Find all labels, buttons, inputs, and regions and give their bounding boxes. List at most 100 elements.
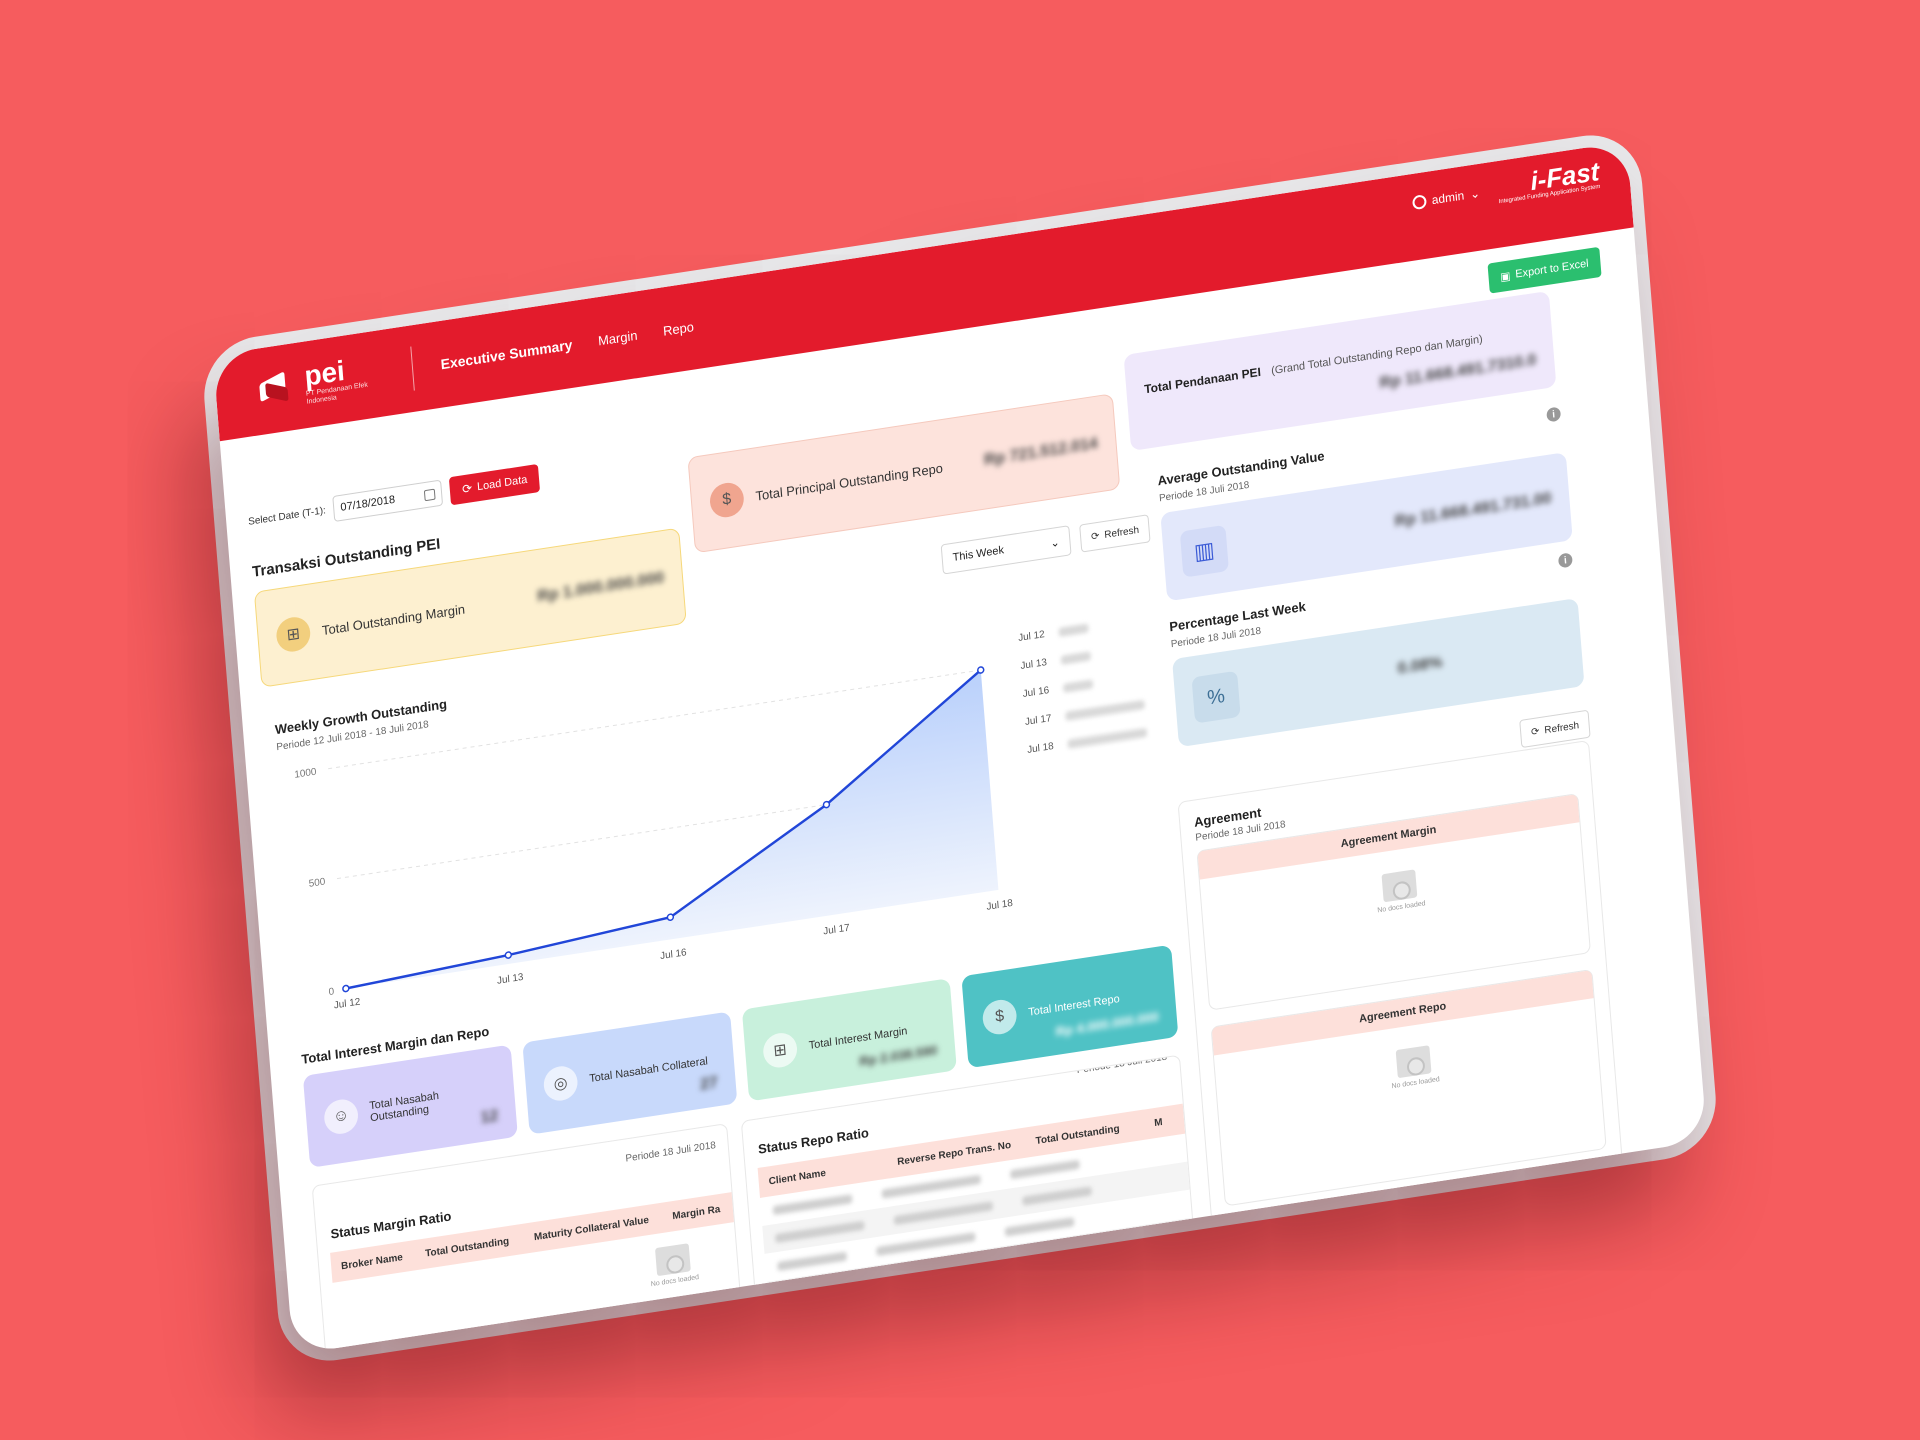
info-icon[interactable]: i [1557, 552, 1573, 569]
money-icon: $ [981, 997, 1018, 1037]
bar-chart-icon: ▥ [1179, 524, 1229, 578]
interest-repo-value: Rp 4.000.000.000 [1055, 1008, 1160, 1040]
total-nasabah-collateral-card: ◎ Total Nasabah Collateral 27 [522, 1011, 738, 1135]
empty-folder-icon [655, 1243, 692, 1277]
info-icon[interactable]: i [1546, 406, 1562, 423]
ifast-brand: i-Fast Integrated Funding Application Sy… [1496, 156, 1601, 206]
export-excel-button[interactable]: ▣ Export to Excel [1487, 246, 1602, 294]
data-point [666, 913, 675, 922]
x-tick-label: Jul 13 [497, 972, 525, 987]
date-value: 07/18/2018 [340, 493, 396, 514]
empty-text: No docs loaded [1377, 900, 1426, 915]
nav-divider [410, 346, 415, 391]
coins-icon: ◎ [542, 1063, 579, 1104]
empty-state: No docs loaded [648, 1242, 699, 1288]
main-nav: Executive Summary Margin Repo [440, 318, 694, 373]
col-header: Margin Ra [671, 1203, 721, 1222]
wallet-icon: ⊞ [761, 1030, 799, 1070]
wallet-icon: ⊞ [275, 614, 312, 654]
people-icon: ☺ [322, 1097, 360, 1137]
pendanaan-label: Total Pendanaan PEI [1143, 364, 1262, 397]
export-label: Export to Excel [1514, 257, 1590, 281]
date-filter: Select Date (T-1): 07/18/2018 ⟳ Load Dat… [247, 463, 541, 536]
legend-value [1062, 678, 1093, 693]
interest-repo-label: Total Interest Repo [1027, 992, 1121, 1019]
data-point [822, 800, 831, 809]
empty-folder-icon [1395, 1045, 1432, 1079]
empty-text: No docs loaded [1391, 1076, 1440, 1091]
margin-ratio-period: Periode 18 Juli 2018 [625, 1139, 717, 1165]
chevron-down-icon: ⌄ [1469, 185, 1481, 201]
empty-state: No docs loaded [1389, 1044, 1440, 1090]
agreement-refresh-label: Refresh [1543, 719, 1580, 736]
user-menu[interactable]: admin ⌄ [1411, 185, 1481, 210]
margin-card-label: Total Outstanding Margin [321, 600, 466, 638]
agreement-panel: Agreement Periode 18 Juli 2018 Agreement… [1177, 739, 1623, 1222]
load-data-label: Load Data [476, 473, 528, 494]
repo-ratio-period: Periode 18 Juli 2018 [1076, 1054, 1168, 1077]
nasabah-outstanding-label: Total Nasabah Outstanding [368, 1089, 440, 1125]
total-outstanding-margin-card: ⊞ Total Outstanding Margin Rp 1.000.000.… [253, 527, 687, 688]
nav-repo[interactable]: Repo [662, 319, 694, 339]
average-value: Rp 11.668.491.731.00 [1394, 489, 1553, 531]
device-frame: pei PT Pendanaan Efek Indonesia Executiv… [212, 141, 1708, 1355]
repo-card-value: Rp 721.512.014 [983, 435, 1099, 470]
col-header: Maturity Collateral Value [533, 1214, 650, 1243]
refresh-icon: ⟳ [1530, 725, 1540, 738]
range-select[interactable]: This Week ⌄ [940, 525, 1072, 575]
legend-label: Jul 18 [1026, 740, 1055, 756]
repo-card-label: Total Principal Outstanding Repo [754, 459, 944, 504]
load-data-button[interactable]: ⟳ Load Data [449, 463, 541, 506]
refresh-icon: ⟳ [461, 481, 473, 497]
calendar-icon [424, 488, 436, 501]
agreement-repo-box: Agreement Repo No docs loaded [1210, 968, 1607, 1207]
x-tick-label: Jul 16 [660, 947, 688, 962]
margin-card-value: Rp 1.000.000.000 [536, 569, 665, 606]
date-input[interactable]: 07/18/2018 [332, 479, 444, 522]
total-interest-repo-card: $ Total Interest Repo Rp 4.000.000.000 [961, 944, 1179, 1069]
date-label: Select Date (T-1): [247, 504, 327, 528]
col-header: M [1153, 1116, 1164, 1129]
total-interest-margin-card: ⊞ Total Interest Margin Rp 2.038.590 [741, 978, 957, 1102]
y-tick-label: 0 [328, 986, 335, 998]
legend-label: Jul 16 [1022, 684, 1050, 700]
legend-label: Jul 17 [1024, 712, 1052, 728]
legend-label: Jul 12 [1017, 628, 1046, 644]
repo-ratio-title: Status Repo Ratio [757, 1124, 870, 1157]
col-header: Total Outstanding [424, 1235, 510, 1260]
legend-value [1060, 650, 1091, 665]
chart-legend: Jul 12 Jul 13 Jul 16 Jul 17 Jul 18 [1017, 606, 1148, 764]
status-repo-ratio-panel: Periode 18 Juli 2018 Status Repo Ratio C… [740, 1054, 1199, 1351]
nasabah-collateral-value: 27 [699, 1073, 719, 1094]
nasabah-collateral-label: Total Nasabah Collateral [588, 1055, 709, 1086]
nasabah-outstanding-value: 12 [479, 1107, 499, 1127]
pei-logo[interactable]: pei PT Pendanaan Efek Indonesia [254, 351, 386, 414]
total-pendanaan-card: Total Pendanaan PEI (Grand Total Outstan… [1123, 290, 1557, 452]
pendanaan-value: Rp 11.668.491.7310.0 [1379, 351, 1537, 393]
range-select-value: This Week [952, 544, 1005, 564]
growth-refresh-button[interactable]: ⟳ Refresh [1079, 514, 1152, 553]
money-icon: $ [708, 480, 746, 520]
legend-label: Jul 13 [1020, 656, 1048, 672]
nav-executive-summary[interactable]: Executive Summary [440, 336, 573, 372]
y-tick-label: 1000 [294, 766, 317, 780]
data-point [977, 666, 985, 674]
x-tick-label: Jul 18 [986, 898, 1014, 913]
empty-state: No docs loaded [1375, 868, 1426, 914]
nav-margin[interactable]: Margin [597, 327, 638, 348]
x-tick-label: Jul 17 [823, 922, 851, 937]
data-point [504, 951, 513, 959]
x-tick-label: Jul 12 [333, 996, 361, 1011]
y-tick-label: 500 [308, 876, 326, 890]
legend-value [1064, 699, 1145, 721]
legend-value [1058, 622, 1089, 637]
total-nasabah-outstanding-card: ☺ Total Nasabah Outstanding 12 [302, 1044, 518, 1168]
legend-value [1067, 727, 1147, 749]
interest-margin-value: Rp 2.038.590 [858, 1042, 938, 1070]
empty-folder-icon [1381, 869, 1418, 903]
user-icon [1411, 193, 1427, 210]
refresh-icon: ⟳ [1090, 530, 1100, 543]
excel-icon: ▣ [1499, 269, 1511, 284]
empty-text: No docs loaded [650, 1273, 700, 1289]
col-header: Broker Name [340, 1251, 404, 1272]
